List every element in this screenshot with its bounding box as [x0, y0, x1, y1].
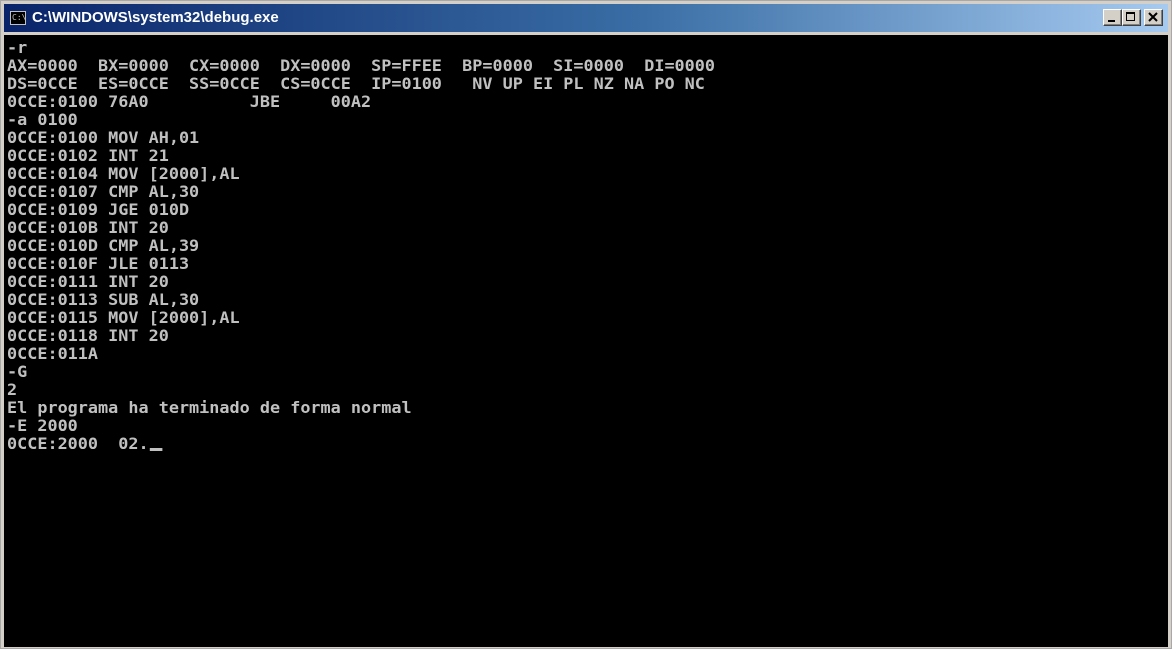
- console-line: 0CCE:0100 MOV AH,01: [7, 128, 200, 147]
- console-line: DS=0CCE ES=0CCE SS=0CCE CS=0CCE IP=0100 …: [7, 74, 705, 93]
- console-line: 0CCE:0113 SUB AL,30: [7, 290, 200, 309]
- console-line: 0CCE:010D CMP AL,39: [7, 236, 200, 255]
- console-line: -E 2000: [7, 416, 78, 435]
- close-icon: [1148, 12, 1158, 22]
- console-line: 0CCE:0104 MOV [2000],AL: [7, 164, 240, 183]
- console-line: El programa ha terminado de forma normal: [7, 398, 412, 417]
- console-output-area[interactable]: -r AX=0000 BX=0000 CX=0000 DX=0000 SP=FF…: [4, 35, 1168, 647]
- console-line: 0CCE:0118 INT 20: [7, 326, 169, 345]
- console-line: -r: [7, 38, 28, 57]
- window-title: C:\WINDOWS\system32\debug.exe: [32, 9, 279, 26]
- console-prompt-line: 0CCE:2000 02.: [7, 435, 1168, 453]
- console-line: 0CCE:010B INT 20: [7, 218, 169, 237]
- console-line: 0CCE:0107 CMP AL,30: [7, 182, 200, 201]
- console-line: 0CCE:0100 76A0 JBE 00A2: [7, 92, 372, 111]
- title-bar[interactable]: C:\ C:\WINDOWS\system32\debug.exe: [4, 4, 1168, 32]
- console-line: 0CCE:0115 MOV [2000],AL: [7, 308, 240, 327]
- close-button[interactable]: [1144, 9, 1163, 26]
- maximize-button[interactable]: [1122, 9, 1141, 26]
- minimize-icon: [1108, 20, 1115, 22]
- maximize-icon: [1126, 12, 1135, 21]
- console-line: 0CCE:011A: [7, 344, 99, 363]
- console-line: 0CCE:0111 INT 20: [7, 272, 169, 291]
- console-line: 2: [7, 380, 18, 399]
- console-line: AX=0000 BX=0000 CX=0000 DX=0000 SP=FFEE …: [7, 56, 716, 75]
- text-cursor: [149, 448, 163, 451]
- minimize-button[interactable]: [1103, 9, 1122, 26]
- console-line: -G: [7, 362, 28, 381]
- console-line: 0CCE:0109 JGE 010D: [7, 200, 190, 219]
- console-line: 0CCE:0102 INT 21: [7, 146, 169, 165]
- console-window: C:\ C:\WINDOWS\system32\debug.exe -r AX=…: [0, 0, 1172, 649]
- console-line: -a 0100: [7, 110, 78, 129]
- console-line: 0CCE:010F JLE 0113: [7, 254, 190, 273]
- console-line-text: 0CCE:2000 02.: [7, 434, 149, 453]
- console-app-icon[interactable]: C:\: [10, 11, 26, 25]
